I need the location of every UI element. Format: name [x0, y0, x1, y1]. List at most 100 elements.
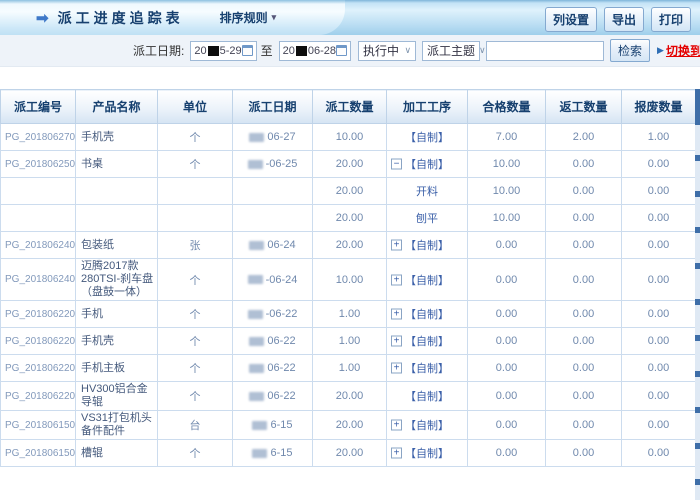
- expand-icon[interactable]: +: [391, 448, 402, 459]
- cell-product: 书桌: [76, 151, 158, 178]
- cell-unit: 个: [158, 355, 233, 382]
- cell-date: [233, 205, 313, 232]
- chevron-down-icon: ∨: [479, 45, 486, 56]
- export-button[interactable]: 导出: [604, 7, 644, 32]
- cell-product: HV300铝合金导辊: [76, 382, 158, 411]
- column-header-2[interactable]: 单位: [158, 90, 233, 124]
- cell-product: [76, 178, 158, 205]
- cell-rework: 0.00: [546, 301, 622, 328]
- redacted-date-blob: [252, 449, 267, 458]
- chevron-down-icon: ∨: [404, 45, 411, 56]
- cell-rework: 0.00: [546, 151, 622, 178]
- cell-scrap: 0.00: [622, 205, 696, 232]
- cell-code: [1, 205, 76, 232]
- dispatch-table: 派工编号产品名称单位派工日期派工数量加工工序合格数量返工数量报废数量 PG_20…: [0, 89, 696, 467]
- calendar-icon[interactable]: [242, 45, 253, 56]
- cell-date: 6-15: [233, 411, 313, 440]
- date-to-value-suffix: 06-28: [308, 45, 336, 57]
- expand-icon[interactable]: +: [391, 309, 402, 320]
- cell-scrap: 0.00: [622, 178, 696, 205]
- cell-process: 刨平: [387, 205, 468, 232]
- cell-qualified: 7.00: [468, 124, 546, 151]
- expand-icon[interactable]: +: [391, 336, 402, 347]
- cell-scrap: 0.00: [622, 328, 696, 355]
- expand-icon[interactable]: +: [391, 240, 402, 251]
- cell-scrap: 0.00: [622, 440, 696, 467]
- cell-date: 6-15: [233, 440, 313, 467]
- cell-product: 包装纸: [76, 232, 158, 259]
- collapse-icon[interactable]: −: [391, 159, 402, 170]
- redacted-date-blob: [249, 241, 264, 250]
- cell-rework: 0.00: [546, 232, 622, 259]
- cell-qualified: 10.00: [468, 205, 546, 232]
- cell-date: [233, 178, 313, 205]
- column-header-8[interactable]: 报废数量: [622, 90, 696, 124]
- cell-qualified: 0.00: [468, 382, 546, 411]
- column-settings-button[interactable]: 列设置: [545, 7, 597, 32]
- cell-date: -06-25: [233, 151, 313, 178]
- table-row: PG_20180622001HV300铝合金导辊个06-2220.00【自制】0…: [1, 382, 696, 411]
- column-header-0[interactable]: 派工编号: [1, 90, 76, 124]
- cell-qty: 10.00: [313, 124, 387, 151]
- sort-rule-label: 排序规则: [220, 9, 268, 26]
- expand-icon[interactable]: +: [391, 420, 402, 431]
- date-from-value-prefix: 20: [194, 45, 206, 57]
- topic-select-value: 派工主题: [427, 42, 475, 59]
- cell-rework: 0.00: [546, 440, 622, 467]
- sort-rule-dropdown[interactable]: 排序规则 ▾: [220, 9, 277, 26]
- chevron-down-icon: ▾: [272, 12, 277, 23]
- column-header-1[interactable]: 产品名称: [76, 90, 158, 124]
- cell-qty: 10.00: [313, 259, 387, 301]
- cell-qty: 20.00: [313, 178, 387, 205]
- status-select[interactable]: 执行中 ∨: [358, 41, 416, 61]
- cell-date: -06-22: [233, 301, 313, 328]
- cell-qty: 20.00: [313, 440, 387, 467]
- cell-date: 06-22: [233, 328, 313, 355]
- column-header-5[interactable]: 加工工序: [387, 90, 468, 124]
- search-button[interactable]: 检索: [610, 39, 650, 62]
- page-title-tab: ➡ 派工进度追踪表 排序规则 ▾: [0, 0, 345, 35]
- table-row: PG_20180624002包装纸张06-2420.00+【自制】0.000.0…: [1, 232, 696, 259]
- expand-icon[interactable]: +: [391, 363, 402, 374]
- cell-qty: 1.00: [313, 301, 387, 328]
- cell-rework: 0.00: [546, 259, 622, 301]
- redacted-date-blob: [249, 392, 264, 401]
- print-button[interactable]: 打印: [651, 7, 691, 32]
- cell-code: PG_20180624001: [1, 259, 76, 301]
- table-row: PG_20180622004手机个-06-221.00+【自制】0.000.00…: [1, 301, 696, 328]
- table-row: PG_20180627001手机壳个06-2710.00【自制】7.002.00…: [1, 124, 696, 151]
- redaction-block: [296, 46, 307, 56]
- cell-qualified: 0.00: [468, 355, 546, 382]
- cell-qualified: 0.00: [468, 440, 546, 467]
- redacted-date-blob: [249, 364, 264, 373]
- cell-rework: 0.00: [546, 382, 622, 411]
- cell-scrap: 1.00: [622, 124, 696, 151]
- cell-unit: 张: [158, 232, 233, 259]
- cell-unit: 台: [158, 411, 233, 440]
- expand-icon[interactable]: +: [391, 274, 402, 285]
- column-header-6[interactable]: 合格数量: [468, 90, 546, 124]
- date-from-input[interactable]: 20 5-29: [190, 41, 256, 61]
- date-to-input[interactable]: 20 06-28: [279, 41, 351, 61]
- cell-code: PG_20180625001: [1, 151, 76, 178]
- topic-select[interactable]: 派工主题 ∨: [422, 41, 480, 61]
- table-row: PG_20180622002手机主板个06-221.00+【自制】0.000.0…: [1, 355, 696, 382]
- advanced-search-link[interactable]: 切换到高级检索: [666, 42, 700, 59]
- column-header-3[interactable]: 派工日期: [233, 90, 313, 124]
- triangle-right-icon: ▶: [657, 45, 664, 56]
- column-header-7[interactable]: 返工数量: [546, 90, 622, 124]
- cell-qty: 1.00: [313, 355, 387, 382]
- keyword-input[interactable]: [486, 41, 604, 61]
- cell-product: 手机: [76, 301, 158, 328]
- column-header-4[interactable]: 派工数量: [313, 90, 387, 124]
- cell-process: 【自制】: [387, 124, 468, 151]
- cell-product: 手机壳: [76, 328, 158, 355]
- cell-process: 开料: [387, 178, 468, 205]
- cell-rework: 0.00: [546, 411, 622, 440]
- calendar-icon[interactable]: [336, 45, 347, 56]
- redacted-date-blob: [252, 421, 267, 430]
- cell-unit: 个: [158, 151, 233, 178]
- cell-product: 手机主板: [76, 355, 158, 382]
- table-row: PG_20180625001书桌个-06-2520.00−【自制】10.000.…: [1, 151, 696, 178]
- table-body: PG_20180627001手机壳个06-2710.00【自制】7.002.00…: [1, 124, 696, 467]
